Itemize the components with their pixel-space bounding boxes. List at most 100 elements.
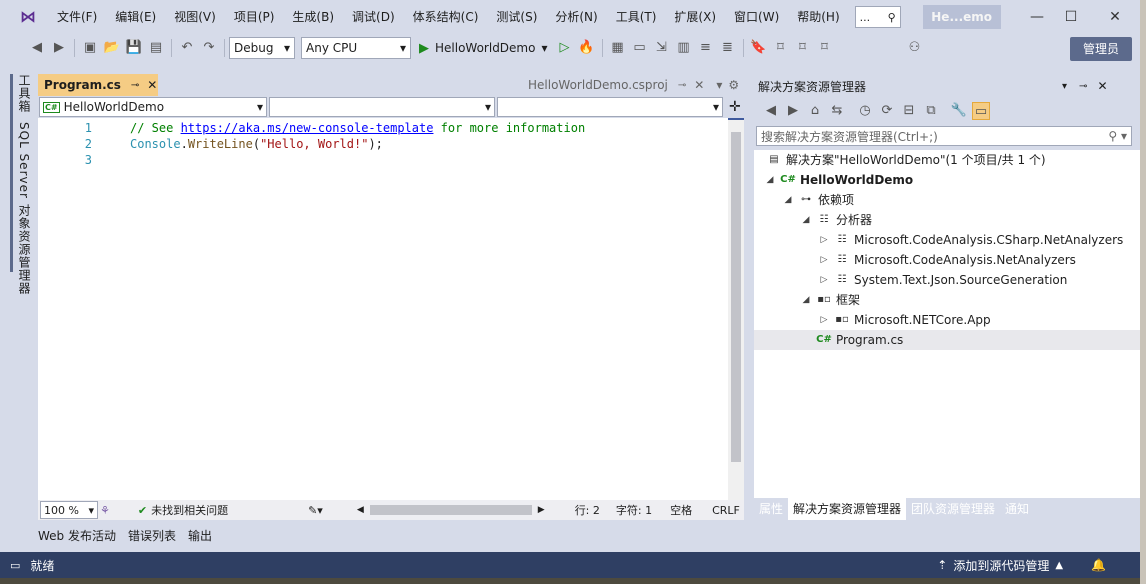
comment-icon[interactable]: ≡ (697, 39, 715, 57)
back-icon[interactable]: ◀ (762, 102, 780, 120)
cleanup-icon[interactable]: ✎▾ (308, 504, 323, 517)
preview-selected-icon[interactable]: ▭ (972, 102, 990, 120)
sync-icon[interactable]: ⟳ (878, 102, 896, 120)
menu-debug[interactable]: 调试(D) (343, 5, 404, 29)
switch-views-icon[interactable]: ⇆ (828, 102, 846, 120)
pin-icon[interactable]: ⊸ (1079, 81, 1087, 92)
start-without-debugging-icon[interactable]: ▷ (556, 39, 574, 57)
collapse-all-icon[interactable]: ⊟ (900, 102, 918, 120)
pending-changes-filter-icon[interactable]: ◷ (856, 102, 874, 120)
code-line[interactable]: 2 Console.WriteLine("Hello, World!"); (38, 136, 728, 152)
tree-item-analyzers[interactable]: ◢ ☷ 分析器 (800, 210, 872, 230)
split-editor-icon[interactable]: ✛ (729, 99, 741, 115)
minimize-button[interactable]: — (1022, 6, 1052, 28)
tree-item-program-cs[interactable]: C# Program.cs (800, 330, 903, 350)
tab-web-publish-activity[interactable]: Web 发布活动 (38, 527, 116, 544)
hot-reload-icon[interactable]: 🔥 (578, 39, 596, 57)
member-nav-select[interactable]: ▾ (497, 97, 723, 117)
collapsed-icon[interactable]: ▷ (818, 250, 830, 270)
tab-output[interactable]: 输出 (188, 527, 212, 544)
solution-explorer-search[interactable]: 搜索解决方案资源管理器(Ctrl+;) ⚲ ▾ (756, 126, 1132, 146)
collapsed-icon[interactable]: ▷ (818, 230, 830, 250)
maximize-button[interactable]: ☐ (1056, 6, 1086, 28)
collapsed-icon[interactable]: ▷ (818, 270, 830, 290)
menu-tools[interactable]: 工具(T) (607, 5, 666, 29)
tab-team-explorer[interactable]: 团队资源管理器 (906, 498, 1000, 520)
tab-program-cs[interactable]: Program.cs ⊸ ✕ (38, 74, 158, 96)
layout-icon[interactable]: ▭ (631, 39, 649, 57)
chevron-up-icon[interactable]: ▲ (1055, 560, 1063, 571)
tab-solution-explorer[interactable]: 解决方案资源管理器 (788, 498, 907, 520)
live-share-icon[interactable]: ⚇ (906, 39, 924, 57)
scroll-right-icon[interactable]: ▶ (538, 505, 545, 515)
tab-csproj[interactable]: HelloWorldDemo.csproj ⊸ ✕ ▾ ⚙ (522, 74, 750, 96)
tree-item-netcore-app[interactable]: ▷ ▪▫ Microsoft.NETCore.App (818, 310, 991, 330)
whitespace-mode[interactable]: 空格 (670, 502, 692, 518)
add-to-source-control-button[interactable]: 添加到源代码管理 (953, 557, 1049, 574)
menu-build[interactable]: 生成(B) (283, 5, 343, 29)
type-nav-select[interactable]: ▾ (269, 97, 495, 117)
menu-analyze[interactable]: 分析(N) (546, 5, 606, 29)
zoom-select[interactable]: 100 % ▾ (40, 501, 98, 519)
tab-error-list[interactable]: 错误列表 (128, 527, 176, 544)
menu-file[interactable]: 文件(F) (48, 5, 106, 29)
tree-item-csharp-netanalyzers[interactable]: ▷ ☷ Microsoft.CodeAnalysis.CSharp.NetAna… (818, 230, 1124, 250)
menu-window[interactable]: 窗口(W) (725, 5, 788, 29)
close-icon[interactable]: ✕ (147, 78, 157, 92)
expanded-icon[interactable]: ◢ (782, 190, 794, 210)
browse-icon[interactable]: ▦ (609, 39, 627, 57)
chevron-down-icon[interactable]: ▾ (1062, 81, 1067, 92)
tree-item-dependencies[interactable]: ◢ ⊶ 依赖项 (782, 190, 854, 210)
close-icon[interactable]: ✕ (1097, 79, 1107, 93)
platform-select[interactable]: Any CPU ▾ (301, 37, 411, 59)
scrollbar-thumb[interactable] (731, 132, 741, 462)
expanded-icon[interactable]: ◢ (800, 290, 812, 310)
tab-notifications[interactable]: 通知 (1000, 498, 1034, 520)
tab-properties[interactable]: 属性 (754, 498, 788, 520)
forward-icon[interactable]: ▶ (784, 102, 802, 120)
code-editor[interactable]: 1 // See https://aka.ms/new-console-templ… (38, 118, 744, 500)
scroll-left-icon[interactable]: ◀ (357, 505, 364, 515)
vertical-scrollbar[interactable] (728, 118, 744, 500)
intellicode-icon[interactable]: ⚘ (100, 504, 110, 517)
project-nav-select[interactable]: C# HelloWorldDemo ▾ (39, 97, 267, 117)
notification-bell-icon[interactable]: 🔔 (1091, 558, 1106, 572)
uncomment-icon[interactable]: ≣ (719, 39, 737, 57)
pin-icon[interactable]: ⊸ (131, 80, 139, 91)
redo-icon[interactable]: ↷ (200, 39, 218, 57)
menu-architecture[interactable]: 体系结构(C) (404, 5, 488, 29)
horizontal-scrollbar-thumb[interactable] (369, 505, 532, 515)
save-icon[interactable]: 💾 (125, 39, 143, 57)
pin-icon[interactable]: ⊸ (678, 80, 686, 91)
tree-item-solution[interactable]: ▤ 解决方案"HelloWorldDemo"(1 个项目/共 1 个) (766, 150, 1045, 170)
step-icon[interactable]: ⇲ (653, 39, 671, 57)
save-all-icon[interactable]: ▤ (147, 39, 165, 57)
close-window-button[interactable]: ✕ (1100, 6, 1130, 28)
tree-item-project[interactable]: ◢ C# HelloWorldDemo (764, 170, 914, 190)
undo-icon[interactable]: ↶ (178, 39, 196, 57)
properties-wrench-icon[interactable]: 🔧 (950, 102, 968, 120)
expanded-icon[interactable]: ◢ (800, 210, 812, 230)
start-debugging-button[interactable]: ▶ HelloWorldDemo ▾ (419, 41, 548, 56)
navigate-forward-icon[interactable]: ▶ (50, 39, 68, 57)
tree-item-json-sourcegen[interactable]: ▷ ☷ System.Text.Json.SourceGeneration (818, 270, 1068, 290)
clear-bookmarks-icon[interactable]: ⌑ (816, 39, 834, 57)
next-bookmark-icon[interactable]: ⌑ (794, 39, 812, 57)
home-icon[interactable]: ⌂ (806, 102, 824, 120)
new-project-icon[interactable]: ▣ (81, 39, 99, 57)
tree-item-frameworks[interactable]: ◢ ▪▫ 框架 (800, 290, 860, 310)
code-line[interactable]: 1 // See https://aka.ms/new-console-templ… (38, 120, 728, 136)
menu-help[interactable]: 帮助(H) (788, 5, 848, 29)
menu-test[interactable]: 测试(S) (487, 5, 546, 29)
menu-project[interactable]: 项目(P) (225, 5, 284, 29)
menu-extensions[interactable]: 扩展(X) (665, 5, 725, 29)
global-search-box[interactable]: ... ⚲ (854, 6, 901, 28)
bookmark-icon[interactable]: 🔖 (750, 39, 768, 57)
menu-edit[interactable]: 编辑(E) (106, 5, 165, 29)
code-token[interactable]: https://aka.ms/new-console-template (181, 121, 434, 135)
prev-bookmark-icon[interactable]: ⌑ (772, 39, 790, 57)
line-ending[interactable]: CRLF (712, 504, 740, 517)
close-icon[interactable]: ✕ (694, 78, 704, 92)
gear-icon[interactable]: ⚙ (728, 78, 739, 92)
output-window-icon[interactable]: ▭ (10, 559, 20, 572)
